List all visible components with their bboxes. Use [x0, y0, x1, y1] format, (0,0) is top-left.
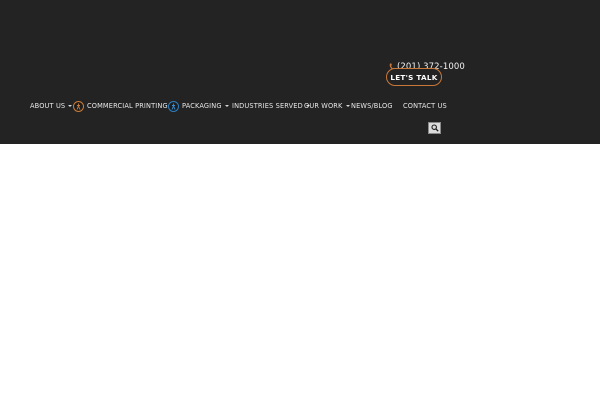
- search-button[interactable]: [428, 122, 441, 134]
- lets-talk-button[interactable]: LET'S TALK: [386, 68, 442, 86]
- nav-label: PACKAGING: [182, 102, 222, 110]
- main-navigation: ABOUT US COMMERCIAL PRINTING PACKAGING I…: [0, 99, 600, 113]
- packaging-icon: [168, 100, 179, 112]
- nav-item-about-us[interactable]: ABOUT US: [30, 99, 73, 113]
- page-content: [0, 144, 600, 400]
- nav-label: INDUSTRIES SERVED: [232, 102, 303, 110]
- chevron-down-icon: [345, 105, 350, 107]
- nav-item-commercial-printing[interactable]: COMMERCIAL PRINTING: [73, 99, 175, 113]
- nav-label: NEWS/BLOG: [351, 102, 393, 110]
- nav-item-contact-us[interactable]: CONTACT US: [403, 99, 447, 113]
- nav-label: CONTACT US: [403, 102, 447, 110]
- nav-item-packaging[interactable]: PACKAGING: [168, 99, 229, 113]
- nav-label: COMMERCIAL PRINTING: [87, 102, 168, 110]
- search-icon: [430, 124, 439, 132]
- commercial-printing-icon: [73, 100, 84, 112]
- chevron-down-icon: [68, 105, 73, 107]
- nav-label: OUR WORK: [304, 102, 343, 110]
- nav-item-news-blog[interactable]: NEWS/BLOG: [351, 99, 393, 113]
- site-header: (201) 372-1000 LET'S TALK ABOUT US COMME…: [0, 0, 600, 144]
- chevron-down-icon: [224, 105, 229, 107]
- nav-item-our-work[interactable]: OUR WORK: [304, 99, 350, 113]
- nav-item-industries-served[interactable]: INDUSTRIES SERVED: [232, 99, 310, 113]
- nav-label: ABOUT US: [30, 102, 66, 110]
